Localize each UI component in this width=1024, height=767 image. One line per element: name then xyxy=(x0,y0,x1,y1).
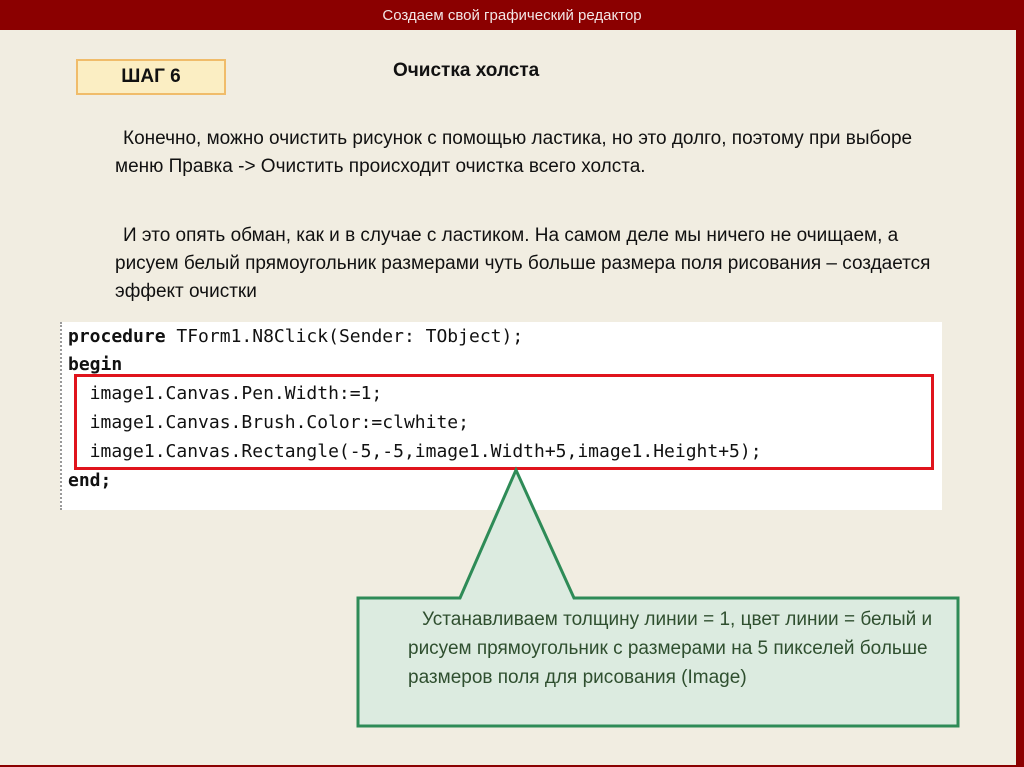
slide-header: Создаем свой графический редактор xyxy=(0,0,1024,30)
code-text: TForm1.N8Click(Sender: TObject); xyxy=(165,326,524,347)
step-badge: ШАГ 6 xyxy=(76,59,226,95)
step-label: ШАГ 6 xyxy=(121,66,181,87)
code-line-6: end; xyxy=(68,468,111,494)
callout-text: Устанавливаем толщину линии = 1, цвет ли… xyxy=(408,609,933,688)
code-line-1: procedure TForm1.N8Click(Sender: TObject… xyxy=(68,324,523,350)
paragraph-1: Конечно, можно очистить рисунок с помощь… xyxy=(115,128,913,177)
page-title: Очистка холста xyxy=(393,60,540,81)
slide-header-title: Создаем свой графический редактор xyxy=(382,6,642,24)
code-keyword: procedure xyxy=(68,326,166,347)
code-highlight-box xyxy=(74,374,934,470)
paragraph-2: И это опять обман, как и в случае с ласт… xyxy=(115,225,931,302)
code-listing: procedure TForm1.N8Click(Sender: TObject… xyxy=(60,322,942,510)
code-keyword: begin xyxy=(68,354,123,375)
code-keyword: end; xyxy=(68,470,112,491)
